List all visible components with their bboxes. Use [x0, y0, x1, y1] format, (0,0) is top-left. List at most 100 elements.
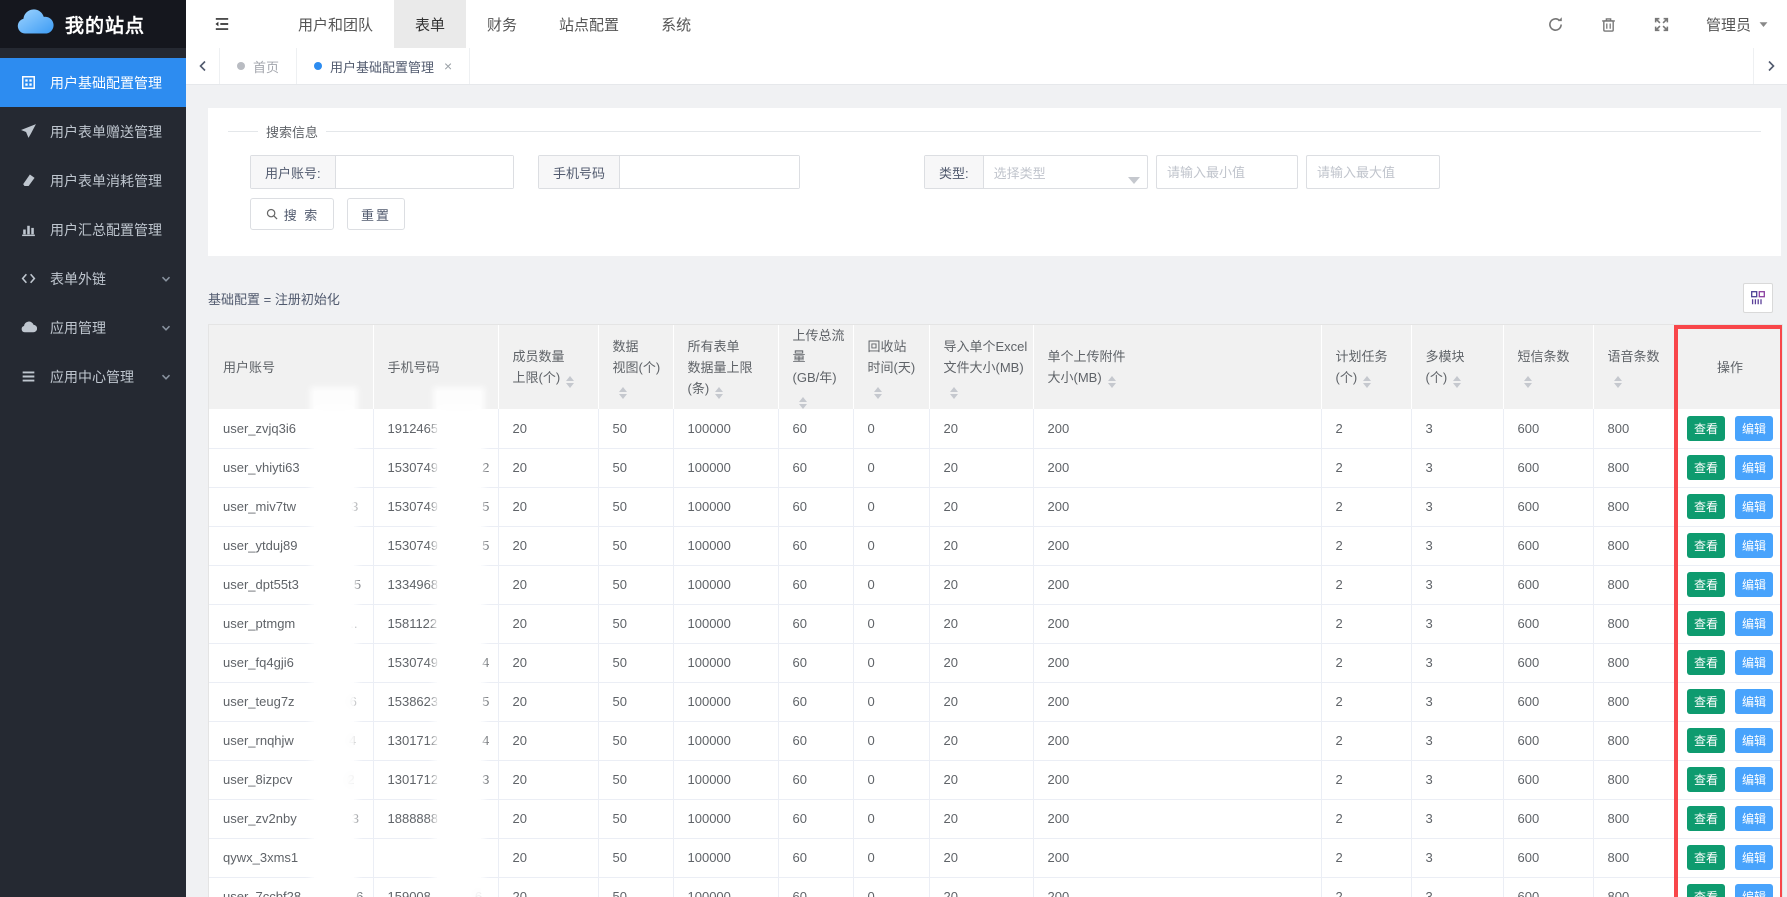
- tabs-scroll-left[interactable]: [186, 48, 220, 84]
- config-value-cell: 20: [929, 604, 1033, 643]
- config-value-cell: 60: [778, 682, 853, 721]
- view-button[interactable]: 查看: [1687, 650, 1725, 675]
- top-nav-item[interactable]: 系统: [640, 0, 712, 48]
- view-button[interactable]: 查看: [1687, 884, 1725, 897]
- phone-cell: [373, 838, 498, 877]
- sidebar-item[interactable]: 应用管理: [0, 303, 186, 352]
- column-header[interactable]: 语音条数: [1593, 325, 1676, 409]
- config-value-cell: 20: [929, 799, 1033, 838]
- view-button[interactable]: 查看: [1687, 611, 1725, 636]
- column-header[interactable]: 上传总流量(GB/年): [778, 325, 853, 409]
- column-header[interactable]: 计划任务(个): [1321, 325, 1411, 409]
- view-button[interactable]: 查看: [1687, 572, 1725, 597]
- edit-button[interactable]: 编辑: [1735, 884, 1773, 897]
- config-value-cell: 600: [1503, 526, 1593, 565]
- column-header[interactable]: 回收站时间(天): [853, 325, 929, 409]
- config-value-cell: 2: [1321, 682, 1411, 721]
- edit-button[interactable]: 编辑: [1735, 650, 1773, 675]
- sort-icon[interactable]: [1453, 376, 1461, 388]
- top-nav-item[interactable]: 站点配置: [538, 0, 640, 48]
- table-row: user_ytduj891530749520501000006002020023…: [209, 526, 1783, 565]
- min-value-input[interactable]: [1156, 155, 1298, 189]
- trash-icon[interactable]: [1600, 16, 1617, 33]
- edit-button[interactable]: 编辑: [1735, 767, 1773, 792]
- sort-icon[interactable]: [1363, 376, 1371, 388]
- fullscreen-icon[interactable]: [1653, 16, 1670, 33]
- sidebar-item[interactable]: 表单外链: [0, 254, 186, 303]
- user-menu[interactable]: 管理员: [1706, 14, 1769, 35]
- sidebar-item[interactable]: 用户表单消耗管理: [0, 156, 186, 205]
- top-nav-item[interactable]: 用户和团队: [277, 0, 394, 48]
- config-value-cell: 50: [598, 760, 673, 799]
- refresh-icon[interactable]: [1547, 16, 1564, 33]
- account-input[interactable]: [336, 156, 513, 188]
- sort-icon[interactable]: [1108, 376, 1116, 388]
- sort-icon[interactable]: [1524, 376, 1532, 388]
- max-value-input[interactable]: [1306, 155, 1440, 189]
- reset-button[interactable]: 重置: [347, 198, 405, 230]
- sort-icon[interactable]: [950, 387, 958, 399]
- config-value-cell: 60: [778, 643, 853, 682]
- sidebar-item[interactable]: 应用中心管理: [0, 352, 186, 401]
- brand[interactable]: 我的站点: [0, 0, 186, 48]
- edit-button[interactable]: 编辑: [1735, 455, 1773, 480]
- tab-active[interactable]: 用户基础配置管理×: [297, 48, 470, 84]
- top-nav-item[interactable]: 表单: [394, 0, 466, 48]
- column-header[interactable]: 单个上传附件大小(MB): [1033, 325, 1321, 409]
- view-button[interactable]: 查看: [1687, 494, 1725, 519]
- actions-cell: 查看编辑: [1676, 409, 1783, 448]
- sort-icon[interactable]: [874, 387, 882, 399]
- sidebar-item[interactable]: 用户表单赠送管理: [0, 107, 186, 156]
- config-value-cell: 60: [778, 799, 853, 838]
- top-nav-item[interactable]: 财务: [466, 0, 538, 48]
- collapse-menu-icon[interactable]: [213, 15, 231, 33]
- sort-icon[interactable]: [715, 387, 723, 399]
- search-button[interactable]: 搜 索: [250, 198, 334, 230]
- config-value-cell: 20: [929, 409, 1033, 448]
- column-header[interactable]: 导入单个Excel文件大小(MB): [929, 325, 1033, 409]
- column-header[interactable]: 多模块(个): [1411, 325, 1503, 409]
- view-button[interactable]: 查看: [1687, 806, 1725, 831]
- column-header-label: 用户账号: [223, 360, 275, 375]
- edit-button[interactable]: 编辑: [1735, 572, 1773, 597]
- sidebar-item[interactable]: 用户基础配置管理: [0, 58, 186, 107]
- edit-button[interactable]: 编辑: [1735, 728, 1773, 753]
- tab-item[interactable]: 首页: [220, 48, 297, 84]
- config-value-cell: 800: [1593, 643, 1676, 682]
- column-header[interactable]: 所有表单数据量上限(条): [673, 325, 778, 409]
- config-value-cell: 20: [929, 760, 1033, 799]
- column-header[interactable]: 成员数量上限(个): [498, 325, 598, 409]
- cloud-icon: [20, 319, 37, 336]
- view-button[interactable]: 查看: [1687, 416, 1725, 441]
- type-select[interactable]: 选择类型: [984, 156, 1147, 188]
- edit-button[interactable]: 编辑: [1735, 416, 1773, 441]
- column-settings-button[interactable]: [1743, 283, 1773, 313]
- phone-cell: 15307495: [373, 526, 498, 565]
- edit-button[interactable]: 编辑: [1735, 611, 1773, 636]
- sort-icon[interactable]: [566, 376, 574, 388]
- view-button[interactable]: 查看: [1687, 728, 1725, 753]
- topbar-actions: 管理员: [1547, 14, 1787, 35]
- edit-button[interactable]: 编辑: [1735, 533, 1773, 558]
- sort-icon[interactable]: [1614, 376, 1622, 388]
- sort-icon[interactable]: [799, 397, 807, 409]
- account-cell: user_miv7tw3: [209, 487, 373, 526]
- edit-button[interactable]: 编辑: [1735, 689, 1773, 714]
- view-button[interactable]: 查看: [1687, 767, 1725, 792]
- edit-button[interactable]: 编辑: [1735, 845, 1773, 870]
- main-area: 用户和团队表单财务站点配置系统 管理员: [186, 0, 1787, 897]
- phone-input[interactable]: [620, 156, 799, 188]
- tabs-scroll-right[interactable]: [1753, 48, 1787, 84]
- view-button[interactable]: 查看: [1687, 455, 1725, 480]
- view-button[interactable]: 查看: [1687, 689, 1725, 714]
- tab-close-icon[interactable]: ×: [444, 59, 452, 73]
- column-header[interactable]: 数据视图(个): [598, 325, 673, 409]
- column-header[interactable]: 短信条数: [1503, 325, 1593, 409]
- view-button[interactable]: 查看: [1687, 845, 1725, 870]
- sort-icon[interactable]: [619, 387, 627, 399]
- view-button[interactable]: 查看: [1687, 533, 1725, 558]
- edit-button[interactable]: 编辑: [1735, 806, 1773, 831]
- sidebar-item[interactable]: 用户汇总配置管理: [0, 205, 186, 254]
- search-panel: 搜索信息 用户账号: 手机号码 类型: 选: [208, 108, 1781, 256]
- edit-button[interactable]: 编辑: [1735, 494, 1773, 519]
